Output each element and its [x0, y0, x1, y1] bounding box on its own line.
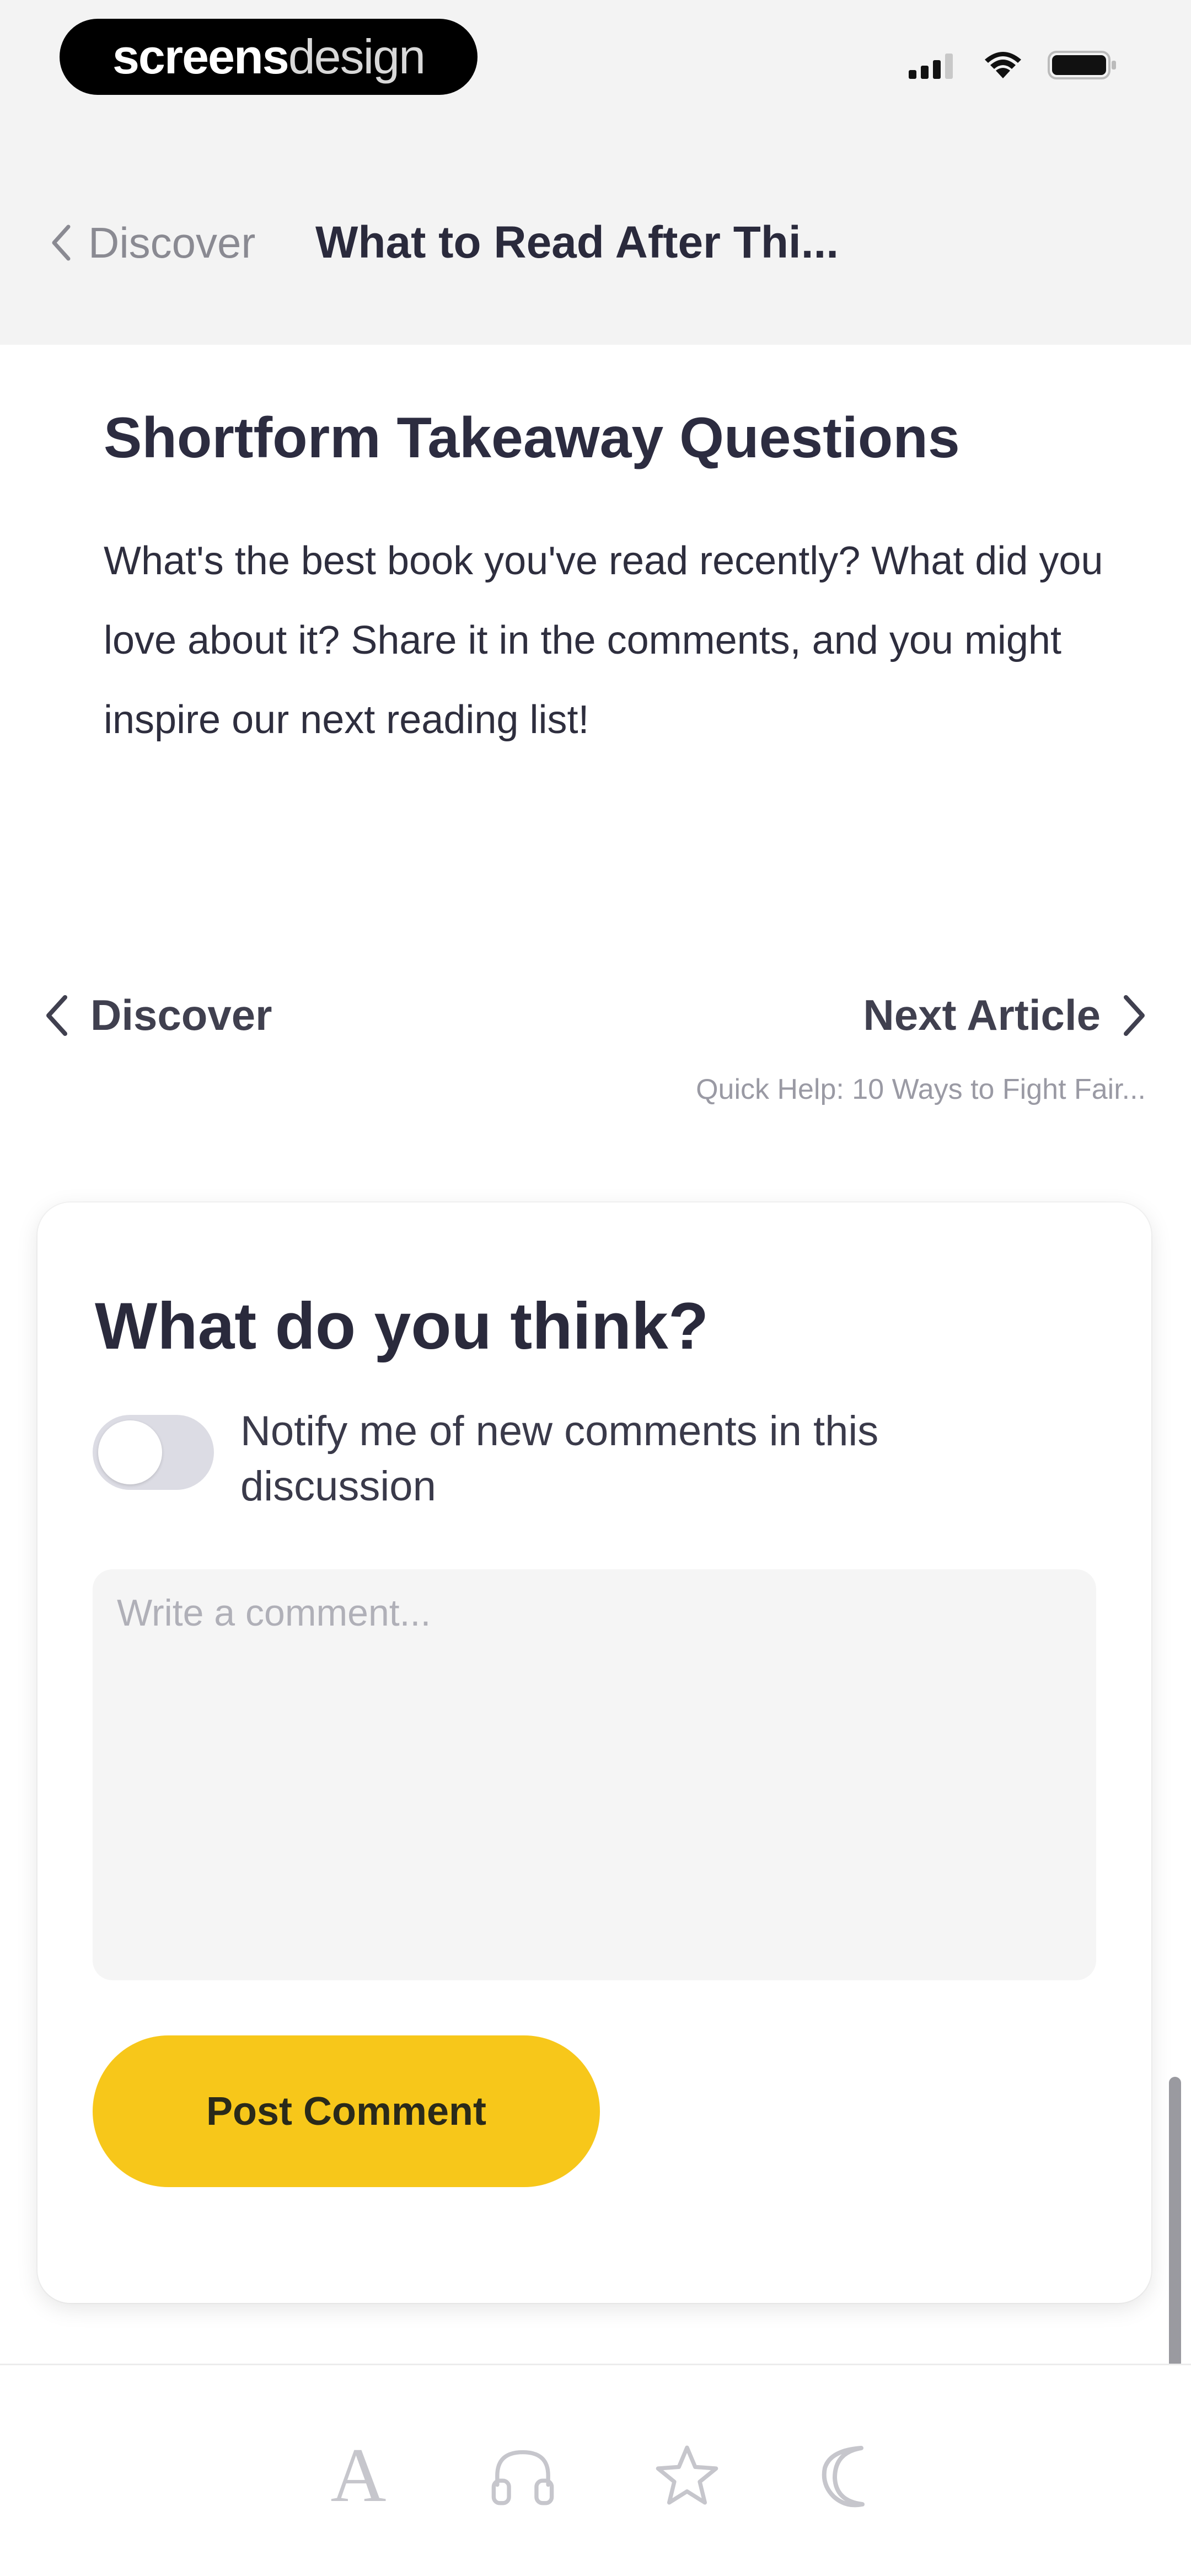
section-body: What's the best book you've read recentl…	[104, 539, 1103, 742]
notify-toggle[interactable]	[93, 1415, 214, 1490]
chevron-right-icon	[1124, 995, 1145, 1036]
star-icon[interactable]	[654, 2443, 720, 2509]
notify-row: Notify me of new comments in this discus…	[93, 1404, 1085, 1514]
brand-bold-text: screens	[112, 29, 289, 84]
post-comment-button[interactable]: Post Comment	[93, 2035, 600, 2187]
moon-icon[interactable]	[818, 2443, 884, 2509]
scrollbar[interactable]	[1169, 2077, 1181, 2369]
next-article-subtitle[interactable]: Quick Help: 10 Ways to Fight Fair...	[696, 1073, 1146, 1106]
chevron-left-icon	[52, 225, 71, 261]
battery-icon	[1048, 51, 1116, 79]
next-article-link[interactable]: Next Article	[863, 990, 1147, 1040]
brand-light-text: design	[288, 29, 426, 84]
status-icons	[909, 50, 1119, 81]
chevron-left-icon	[46, 995, 67, 1036]
brand-watermark: screens design	[60, 19, 478, 95]
app-screen: screens design Discover What to Read Aft…	[0, 0, 1191, 2576]
back-button[interactable]: Discover	[50, 218, 255, 268]
font-icon[interactable]: A	[325, 2437, 391, 2514]
font-glyph: A	[330, 2433, 387, 2518]
top-area: screens design Discover What to Read Aft…	[0, 0, 1191, 345]
previous-article-link[interactable]: Discover	[44, 990, 272, 1040]
article-navigation: Discover Next Article Quick Help: 10 Way…	[0, 974, 1191, 1117]
nav-header: Discover What to Read After Thi...	[0, 199, 1191, 287]
headphones-icon[interactable]	[490, 2443, 556, 2509]
toolbar-icons: A	[325, 2437, 884, 2514]
page-title: What to Read After Thi...	[315, 217, 839, 268]
wifi-icon	[985, 52, 1021, 78]
comment-input[interactable]	[93, 1569, 1096, 1980]
notify-label: Notify me of new comments in this discus…	[240, 1408, 879, 1510]
comment-card: What do you think? Notify me of new comm…	[37, 1203, 1151, 2303]
next-article-label: Next Article	[863, 991, 1101, 1039]
signal-icon	[909, 54, 953, 79]
toggle-knob	[98, 1420, 162, 1484]
bottom-toolbar: A	[0, 2364, 1191, 2576]
previous-article-label: Discover	[90, 991, 272, 1039]
comment-heading: What do you think?	[95, 1289, 709, 1363]
back-label: Discover	[88, 218, 256, 267]
section-title: Shortform Takeaway Questions	[104, 406, 960, 470]
